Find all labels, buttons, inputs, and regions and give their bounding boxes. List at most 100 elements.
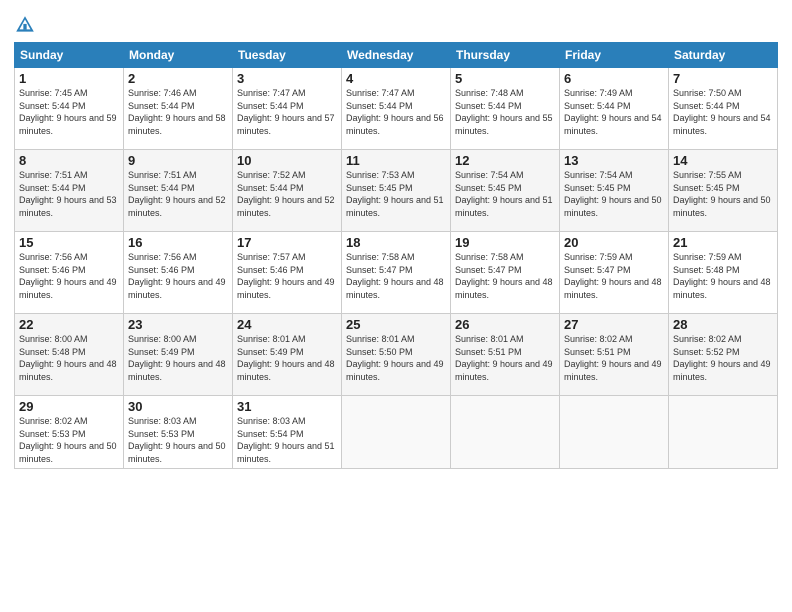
- day-number: 9: [128, 153, 228, 168]
- calendar-cell: 6Sunrise: 7:49 AMSunset: 5:44 PMDaylight…: [560, 68, 669, 150]
- cell-details: Sunrise: 7:56 AMSunset: 5:46 PMDaylight:…: [128, 251, 228, 301]
- cell-details: Sunrise: 7:52 AMSunset: 5:44 PMDaylight:…: [237, 169, 337, 219]
- calendar-cell: 22Sunrise: 8:00 AMSunset: 5:48 PMDayligh…: [15, 314, 124, 396]
- weekday-header: Saturday: [669, 43, 778, 68]
- calendar-week-row: 15Sunrise: 7:56 AMSunset: 5:46 PMDayligh…: [15, 232, 778, 314]
- day-number: 12: [455, 153, 555, 168]
- cell-details: Sunrise: 8:01 AMSunset: 5:51 PMDaylight:…: [455, 333, 555, 383]
- calendar-cell: 11Sunrise: 7:53 AMSunset: 5:45 PMDayligh…: [342, 150, 451, 232]
- day-number: 27: [564, 317, 664, 332]
- day-number: 18: [346, 235, 446, 250]
- cell-details: Sunrise: 7:49 AMSunset: 5:44 PMDaylight:…: [564, 87, 664, 137]
- day-number: 7: [673, 71, 773, 86]
- calendar-cell: 24Sunrise: 8:01 AMSunset: 5:49 PMDayligh…: [233, 314, 342, 396]
- day-number: 1: [19, 71, 119, 86]
- day-number: 5: [455, 71, 555, 86]
- cell-details: Sunrise: 8:02 AMSunset: 5:53 PMDaylight:…: [19, 415, 119, 465]
- calendar-cell: [451, 396, 560, 469]
- cell-details: Sunrise: 7:54 AMSunset: 5:45 PMDaylight:…: [564, 169, 664, 219]
- cell-details: Sunrise: 7:48 AMSunset: 5:44 PMDaylight:…: [455, 87, 555, 137]
- day-number: 13: [564, 153, 664, 168]
- calendar-week-row: 8Sunrise: 7:51 AMSunset: 5:44 PMDaylight…: [15, 150, 778, 232]
- weekday-header: Thursday: [451, 43, 560, 68]
- day-number: 31: [237, 399, 337, 414]
- cell-details: Sunrise: 7:58 AMSunset: 5:47 PMDaylight:…: [346, 251, 446, 301]
- day-number: 17: [237, 235, 337, 250]
- calendar-cell: [669, 396, 778, 469]
- day-number: 6: [564, 71, 664, 86]
- day-number: 15: [19, 235, 119, 250]
- weekday-header: Wednesday: [342, 43, 451, 68]
- calendar-cell: 5Sunrise: 7:48 AMSunset: 5:44 PMDaylight…: [451, 68, 560, 150]
- day-number: 4: [346, 71, 446, 86]
- calendar-cell: 27Sunrise: 8:02 AMSunset: 5:51 PMDayligh…: [560, 314, 669, 396]
- calendar-cell: 21Sunrise: 7:59 AMSunset: 5:48 PMDayligh…: [669, 232, 778, 314]
- day-number: 20: [564, 235, 664, 250]
- cell-details: Sunrise: 7:47 AMSunset: 5:44 PMDaylight:…: [237, 87, 337, 137]
- calendar-cell: [342, 396, 451, 469]
- calendar-cell: 9Sunrise: 7:51 AMSunset: 5:44 PMDaylight…: [124, 150, 233, 232]
- calendar-cell: 10Sunrise: 7:52 AMSunset: 5:44 PMDayligh…: [233, 150, 342, 232]
- calendar-cell: 4Sunrise: 7:47 AMSunset: 5:44 PMDaylight…: [342, 68, 451, 150]
- calendar-cell: 3Sunrise: 7:47 AMSunset: 5:44 PMDaylight…: [233, 68, 342, 150]
- day-number: 30: [128, 399, 228, 414]
- cell-details: Sunrise: 7:47 AMSunset: 5:44 PMDaylight:…: [346, 87, 446, 137]
- calendar-table: SundayMondayTuesdayWednesdayThursdayFrid…: [14, 42, 778, 469]
- cell-details: Sunrise: 7:51 AMSunset: 5:44 PMDaylight:…: [128, 169, 228, 219]
- day-number: 16: [128, 235, 228, 250]
- calendar-cell: 14Sunrise: 7:55 AMSunset: 5:45 PMDayligh…: [669, 150, 778, 232]
- weekday-header: Sunday: [15, 43, 124, 68]
- calendar-cell: 1Sunrise: 7:45 AMSunset: 5:44 PMDaylight…: [15, 68, 124, 150]
- cell-details: Sunrise: 8:03 AMSunset: 5:53 PMDaylight:…: [128, 415, 228, 465]
- cell-details: Sunrise: 7:59 AMSunset: 5:47 PMDaylight:…: [564, 251, 664, 301]
- calendar-cell: 29Sunrise: 8:02 AMSunset: 5:53 PMDayligh…: [15, 396, 124, 469]
- calendar-cell: 19Sunrise: 7:58 AMSunset: 5:47 PMDayligh…: [451, 232, 560, 314]
- header: [14, 10, 778, 36]
- calendar-week-row: 22Sunrise: 8:00 AMSunset: 5:48 PMDayligh…: [15, 314, 778, 396]
- day-number: 8: [19, 153, 119, 168]
- day-number: 19: [455, 235, 555, 250]
- day-number: 23: [128, 317, 228, 332]
- day-number: 3: [237, 71, 337, 86]
- cell-details: Sunrise: 8:02 AMSunset: 5:51 PMDaylight:…: [564, 333, 664, 383]
- day-number: 26: [455, 317, 555, 332]
- calendar-cell: 20Sunrise: 7:59 AMSunset: 5:47 PMDayligh…: [560, 232, 669, 314]
- calendar-cell: [560, 396, 669, 469]
- weekday-header: Monday: [124, 43, 233, 68]
- calendar-cell: 15Sunrise: 7:56 AMSunset: 5:46 PMDayligh…: [15, 232, 124, 314]
- cell-details: Sunrise: 7:53 AMSunset: 5:45 PMDaylight:…: [346, 169, 446, 219]
- cell-details: Sunrise: 8:00 AMSunset: 5:48 PMDaylight:…: [19, 333, 119, 383]
- day-number: 2: [128, 71, 228, 86]
- day-number: 14: [673, 153, 773, 168]
- logo: [14, 14, 38, 36]
- cell-details: Sunrise: 8:00 AMSunset: 5:49 PMDaylight:…: [128, 333, 228, 383]
- calendar-cell: 18Sunrise: 7:58 AMSunset: 5:47 PMDayligh…: [342, 232, 451, 314]
- day-number: 28: [673, 317, 773, 332]
- calendar-cell: 17Sunrise: 7:57 AMSunset: 5:46 PMDayligh…: [233, 232, 342, 314]
- weekday-header: Tuesday: [233, 43, 342, 68]
- cell-details: Sunrise: 7:50 AMSunset: 5:44 PMDaylight:…: [673, 87, 773, 137]
- day-number: 21: [673, 235, 773, 250]
- day-number: 22: [19, 317, 119, 332]
- cell-details: Sunrise: 7:46 AMSunset: 5:44 PMDaylight:…: [128, 87, 228, 137]
- calendar-cell: 7Sunrise: 7:50 AMSunset: 5:44 PMDaylight…: [669, 68, 778, 150]
- calendar-cell: 12Sunrise: 7:54 AMSunset: 5:45 PMDayligh…: [451, 150, 560, 232]
- calendar-cell: 26Sunrise: 8:01 AMSunset: 5:51 PMDayligh…: [451, 314, 560, 396]
- calendar-cell: 30Sunrise: 8:03 AMSunset: 5:53 PMDayligh…: [124, 396, 233, 469]
- cell-details: Sunrise: 8:02 AMSunset: 5:52 PMDaylight:…: [673, 333, 773, 383]
- day-number: 25: [346, 317, 446, 332]
- day-number: 10: [237, 153, 337, 168]
- cell-details: Sunrise: 8:03 AMSunset: 5:54 PMDaylight:…: [237, 415, 337, 465]
- cell-details: Sunrise: 7:58 AMSunset: 5:47 PMDaylight:…: [455, 251, 555, 301]
- calendar-cell: 16Sunrise: 7:56 AMSunset: 5:46 PMDayligh…: [124, 232, 233, 314]
- day-number: 11: [346, 153, 446, 168]
- cell-details: Sunrise: 7:56 AMSunset: 5:46 PMDaylight:…: [19, 251, 119, 301]
- day-number: 24: [237, 317, 337, 332]
- calendar-week-row: 1Sunrise: 7:45 AMSunset: 5:44 PMDaylight…: [15, 68, 778, 150]
- cell-details: Sunrise: 8:01 AMSunset: 5:49 PMDaylight:…: [237, 333, 337, 383]
- cell-details: Sunrise: 7:45 AMSunset: 5:44 PMDaylight:…: [19, 87, 119, 137]
- calendar-cell: 25Sunrise: 8:01 AMSunset: 5:50 PMDayligh…: [342, 314, 451, 396]
- cell-details: Sunrise: 7:51 AMSunset: 5:44 PMDaylight:…: [19, 169, 119, 219]
- calendar-week-row: 29Sunrise: 8:02 AMSunset: 5:53 PMDayligh…: [15, 396, 778, 469]
- cell-details: Sunrise: 7:57 AMSunset: 5:46 PMDaylight:…: [237, 251, 337, 301]
